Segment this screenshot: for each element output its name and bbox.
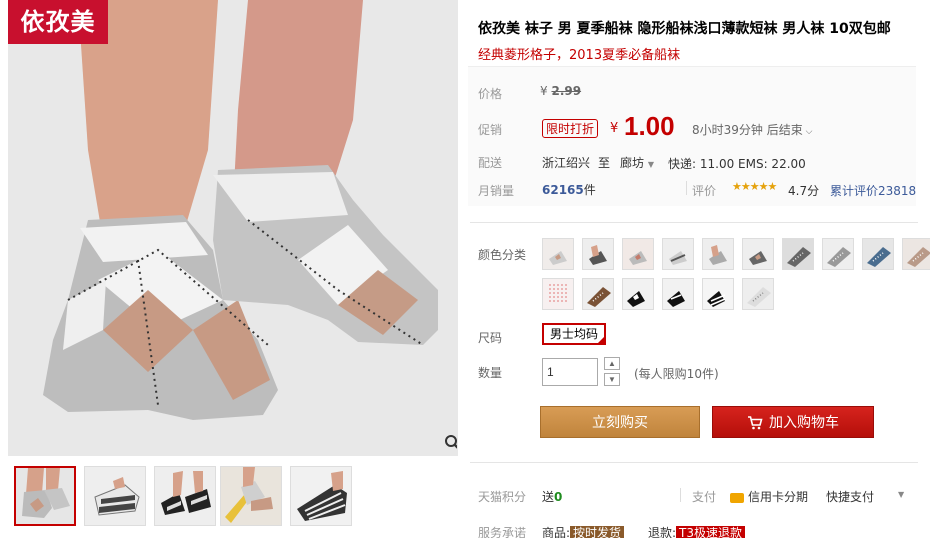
divider [470, 462, 918, 463]
quantity-decrease-button[interactable]: ▼ [604, 373, 620, 386]
color-label: 颜色分类 [478, 248, 527, 262]
color-swatch[interactable] [822, 238, 854, 270]
goods-promise: 商品: 按时发货 [542, 524, 625, 538]
color-swatch[interactable] [742, 278, 774, 310]
color-swatch[interactable] [582, 238, 614, 270]
product-info: 依孜美 袜子 男 夏季船袜 隐形船袜浅口薄款短袜 男人袜 10双包邮 经典菱形格… [462, 0, 930, 538]
credit-card-installment[interactable]: 信用卡分期 [730, 488, 808, 505]
credit-card-icon [730, 492, 744, 503]
add-to-cart-label: 加入购物车 [769, 415, 839, 431]
color-swatch[interactable] [542, 278, 574, 310]
thumbnail-2[interactable] [84, 466, 146, 526]
color-swatch[interactable] [742, 238, 774, 270]
color-swatch[interactable] [662, 238, 694, 270]
points-label: 天猫积分 [478, 490, 527, 504]
thumbnail-1[interactable] [14, 466, 76, 526]
chevron-down-icon: ⌵ [802, 127, 813, 137]
ship-from: 浙江绍兴 [542, 156, 591, 170]
product-title: 依孜美 袜子 男 夏季船袜 隐形船袜浅口薄款短袜 男人袜 10双包邮 [478, 21, 891, 37]
quick-pay[interactable]: 快捷支付 [826, 488, 874, 505]
fast-refund-badge[interactable]: T3极速退款 [676, 526, 746, 538]
color-swatch[interactable] [782, 238, 814, 270]
size-option-selected[interactable]: 男士均码 [542, 323, 607, 345]
color-swatch[interactable] [622, 238, 654, 270]
divider [470, 222, 918, 223]
currency-symbol: ¥ [540, 84, 548, 98]
divider [680, 488, 681, 502]
price-panel: 价格 ¥ 2.99 促销 限时打折 ¥ 1.00 8小时39分钟 后结束 ⌵ 配… [468, 66, 916, 206]
refund-promise: 退款: T3极速退款 [648, 524, 746, 538]
color-swatch[interactable] [702, 278, 734, 310]
promo-currency: ¥ [610, 121, 619, 136]
promo-price: 1.00 [624, 111, 675, 141]
on-time-delivery-badge[interactable]: 按时发货 [570, 526, 625, 538]
ship-to-word: 至 [598, 156, 611, 170]
socks-photo [8, 0, 457, 456]
quantity-label: 数量 [478, 366, 503, 380]
shipping-label: 配送 [478, 156, 503, 170]
brand-logo: 依孜美 [8, 0, 108, 44]
shipping-fees: 快递: 11.00 EMS: 22.00 [668, 157, 806, 171]
price-label: 价格 [478, 87, 503, 101]
countdown-text: 8小时39分钟 后结束 [692, 123, 803, 137]
color-swatch[interactable] [582, 278, 614, 310]
points-value: 送0 [542, 488, 562, 505]
product-subtitle: 经典菱形格子，2013夏季必备船袜 [478, 48, 681, 63]
buy-now-button[interactable]: 立刻购买 [540, 406, 700, 438]
quantity-increase-button[interactable]: ▲ [604, 357, 620, 370]
promo-label: 促销 [478, 123, 503, 137]
color-swatch[interactable] [662, 278, 694, 310]
caret-down-icon: ▼ [647, 160, 654, 169]
product-gallery: 依孜美 [0, 0, 462, 538]
points-amount: 0 [554, 490, 563, 504]
points-give: 送 [542, 490, 555, 504]
rating-label: 评价 [692, 184, 717, 198]
thumbnail-4[interactable] [220, 466, 282, 526]
countdown-timer[interactable]: 8小时39分钟 后结束 ⌵ [692, 121, 812, 138]
divider [686, 181, 687, 195]
magnifier-icon[interactable] [444, 434, 458, 452]
active-indicator [46, 466, 58, 468]
ship-to-select[interactable]: 廊坊 ▼ [620, 154, 654, 171]
thumbnail-3[interactable] [154, 466, 216, 526]
ship-to-city: 廊坊 [620, 156, 645, 170]
refund-label: 退款: [648, 526, 677, 538]
monthly-sales-label: 月销量 [478, 184, 515, 198]
card-pay-text: 信用卡分期 [748, 490, 809, 504]
monthly-sales: 62165件 [542, 181, 596, 198]
pay-label: 支付 [692, 490, 717, 504]
total-reviews-link[interactable]: 累计评价23818 [830, 182, 916, 199]
promo-badge: 限时打折 [542, 119, 599, 138]
rating-score: 4.7分 [788, 184, 820, 198]
service-label: 服务承诺 [478, 526, 527, 538]
quantity-input[interactable]: 1 [542, 358, 598, 386]
sales-unit: 件 [583, 183, 596, 197]
color-swatch[interactable] [542, 238, 574, 270]
rating-stars: ★★★★★ [732, 180, 777, 193]
original-price-amount: 2.99 [551, 84, 582, 98]
cart-icon [748, 416, 763, 430]
quantity-limit-note: (每人限购10件) [634, 367, 719, 381]
size-option-text: 男士均码 [550, 327, 599, 341]
original-price: ¥ 2.99 [540, 84, 581, 98]
main-product-image[interactable]: 依孜美 [8, 0, 458, 456]
color-swatch[interactable] [702, 238, 734, 270]
color-swatch[interactable] [862, 238, 894, 270]
size-label: 尺码 [478, 331, 503, 345]
add-to-cart-button[interactable]: 加入购物车 [712, 406, 874, 438]
sales-count: 62165 [542, 183, 584, 197]
color-swatch[interactable] [622, 278, 654, 310]
goods-label: 商品: [542, 526, 571, 538]
thumbnail-5[interactable] [290, 466, 352, 526]
color-swatch[interactable] [902, 238, 930, 270]
caret-down-icon[interactable]: ▼ [898, 490, 904, 499]
selected-check-icon [597, 336, 606, 344]
